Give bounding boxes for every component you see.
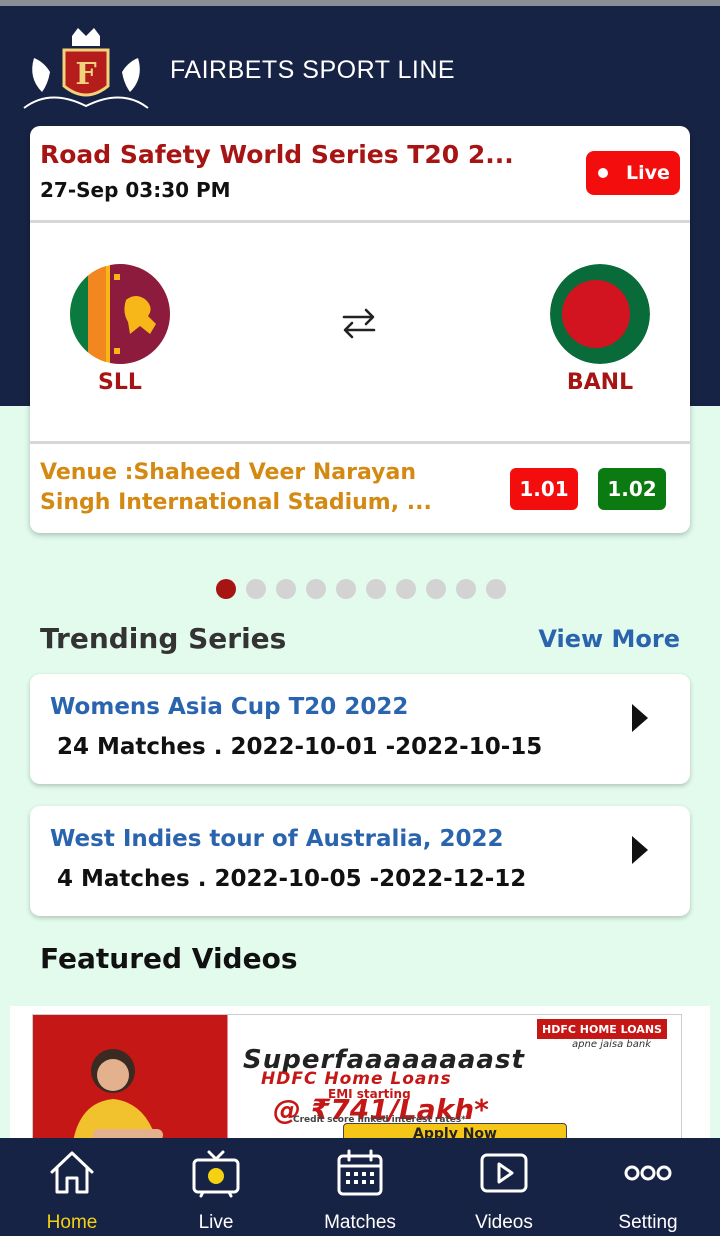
- nav-label-videos: Videos: [475, 1212, 533, 1233]
- ad-subheadline: HDFC Home Loans: [261, 1069, 452, 1089]
- venue-text: Venue :Shaheed Veer Narayan Singh Intern…: [40, 460, 432, 515]
- calendar-icon: [337, 1149, 383, 1196]
- carousel-dot[interactable]: [426, 579, 446, 599]
- divider: [30, 441, 690, 444]
- carousel-dot[interactable]: [276, 579, 296, 599]
- carousel-dot[interactable]: [216, 579, 236, 599]
- series-info: 4 Matches . 2022-10-05 -2022-12-12: [57, 866, 527, 892]
- trending-series-title: Trending Series: [40, 622, 287, 655]
- ad-brand: HDFC HOME LOANS: [537, 1019, 667, 1039]
- ad-person-image: [72, 1049, 163, 1145]
- more-dots-icon: [624, 1165, 672, 1181]
- match-datetime: 27-Sep 03:30 PM: [40, 178, 231, 202]
- series-name: West Indies tour of Australia, 2022: [50, 826, 504, 852]
- nav-label-live: Live: [198, 1212, 234, 1233]
- video-play-icon: [480, 1153, 528, 1193]
- team-left-name: SLL: [98, 370, 142, 395]
- bangladesh-flag-icon: [550, 264, 650, 364]
- carousel-dot[interactable]: [456, 579, 476, 599]
- nav-setting[interactable]: Setting: [576, 1138, 720, 1236]
- nav-label-setting: Setting: [618, 1212, 678, 1233]
- carousel-dot[interactable]: [246, 579, 266, 599]
- nav-videos[interactable]: Videos: [432, 1138, 576, 1236]
- nav-label-matches: Matches: [324, 1212, 396, 1233]
- team-right-name: BANL: [566, 370, 634, 395]
- chevron-right-icon[interactable]: [632, 836, 648, 864]
- tv-icon: [192, 1150, 240, 1198]
- nav-matches[interactable]: Matches: [288, 1138, 432, 1236]
- nav-live[interactable]: Live: [144, 1138, 288, 1236]
- live-dot-icon: [598, 168, 608, 178]
- swap-arrows-icon: [342, 308, 376, 339]
- carousel-dot[interactable]: [486, 579, 506, 599]
- series-name: Womens Asia Cup T20 2022: [50, 694, 409, 720]
- carousel-dot[interactable]: [366, 579, 386, 599]
- nav-home[interactable]: Home: [0, 1138, 144, 1236]
- odds-button-back[interactable]: 1.01: [510, 468, 578, 510]
- series-card[interactable]: Womens Asia Cup T20 2022 24 Matches . 20…: [30, 674, 690, 784]
- odds-button-lay[interactable]: 1.02: [598, 468, 666, 510]
- live-label: Live: [626, 162, 670, 184]
- carousel-indicator: [216, 579, 506, 599]
- divider: [30, 220, 690, 223]
- carousel-dot[interactable]: [396, 579, 416, 599]
- fairbets-logo: F: [23, 28, 149, 109]
- bottom-navigation: Home Live Matches Videos Setting: [0, 1138, 720, 1236]
- live-match-card[interactable]: Road Safety World Series T20 2... 27-Sep…: [30, 126, 690, 533]
- sri-lanka-flag-icon: [70, 264, 170, 364]
- chevron-right-icon[interactable]: [632, 704, 648, 732]
- app-title: FAIRBETS SPORT LINE: [170, 56, 456, 84]
- carousel-dot[interactable]: [336, 579, 356, 599]
- svg-text:F: F: [75, 57, 96, 92]
- series-info: 24 Matches . 2022-10-01 -2022-10-15: [57, 734, 543, 760]
- nav-label-home: Home: [46, 1212, 98, 1233]
- ad-creative[interactable]: HDFC HOME LOANS apne jaisa bank Superfaa…: [32, 1014, 682, 1146]
- view-more-link[interactable]: View More: [538, 625, 680, 653]
- advertisement-banner[interactable]: HDFC HOME LOANS apne jaisa bank Superfaa…: [10, 1006, 710, 1146]
- live-badge: Live: [586, 151, 680, 195]
- match-title: Road Safety World Series T20 2...: [40, 140, 514, 169]
- ad-tagline: apne jaisa bank: [572, 1039, 651, 1050]
- home-icon: [50, 1151, 94, 1194]
- carousel-dot[interactable]: [306, 579, 326, 599]
- featured-videos-title: Featured Videos: [40, 942, 298, 975]
- series-card[interactable]: West Indies tour of Australia, 2022 4 Ma…: [30, 806, 690, 916]
